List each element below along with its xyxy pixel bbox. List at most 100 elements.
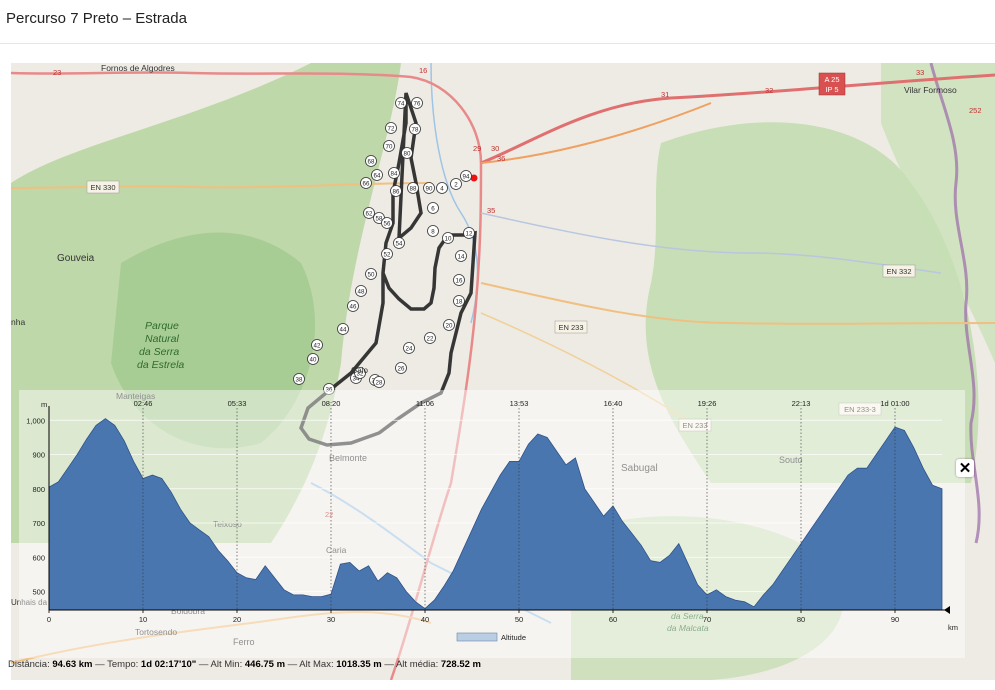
route-marker: 62 bbox=[363, 207, 375, 219]
route-marker: 10 bbox=[442, 232, 454, 244]
route-marker: 20 bbox=[443, 319, 455, 331]
alt-avg-value: 728.52 m bbox=[440, 659, 482, 670]
svg-text:70: 70 bbox=[386, 143, 393, 150]
distance-label: Distância bbox=[8, 659, 48, 670]
road-number-32: 32 bbox=[765, 86, 773, 95]
y-tick-label: 900 bbox=[32, 451, 45, 460]
svg-text:42: 42 bbox=[314, 342, 321, 349]
svg-text:54: 54 bbox=[396, 240, 403, 247]
separator: — bbox=[198, 659, 211, 670]
x-unit-label: km bbox=[948, 623, 958, 632]
place-gouveia: Gouveia bbox=[57, 253, 95, 264]
route-marker: 44 bbox=[337, 323, 349, 335]
svg-text:EN 233: EN 233 bbox=[558, 323, 583, 332]
svg-text:80: 80 bbox=[404, 150, 411, 157]
svg-text:16: 16 bbox=[456, 277, 463, 284]
route-marker: 6 bbox=[427, 202, 439, 214]
road-number-252: 252 bbox=[969, 106, 982, 115]
close-profile-button[interactable]: ✕ bbox=[956, 459, 974, 477]
y-tick-label: 700 bbox=[32, 519, 45, 528]
separator: — bbox=[287, 659, 300, 670]
route-marker: 80 bbox=[401, 147, 413, 159]
route-marker: 84 bbox=[388, 167, 400, 179]
route-marker: 14 bbox=[455, 250, 467, 262]
route-marker: 26 bbox=[395, 362, 407, 374]
y-unit-label: m bbox=[41, 400, 47, 409]
svg-text:52: 52 bbox=[384, 251, 391, 258]
route-marker: 72 bbox=[385, 122, 397, 134]
route-marker: 56 bbox=[381, 217, 393, 229]
svg-text:EN 332: EN 332 bbox=[886, 267, 911, 276]
route-marker: 74 bbox=[395, 97, 407, 109]
time-tick-label: 13:53 bbox=[510, 399, 529, 408]
route-marker: 70 bbox=[383, 140, 395, 152]
svg-text:74: 74 bbox=[398, 100, 405, 107]
svg-text:94: 94 bbox=[463, 173, 470, 180]
x-tick-label: 60 bbox=[609, 615, 617, 624]
place-vilar: Vilar Formoso bbox=[904, 85, 957, 95]
svg-text:44: 44 bbox=[340, 326, 347, 333]
road-shield-en233: EN 233 bbox=[554, 320, 588, 334]
svg-text:40: 40 bbox=[310, 356, 317, 363]
x-tick-label: 0 bbox=[47, 615, 51, 624]
svg-text:90: 90 bbox=[426, 185, 433, 192]
route-marker: 52 bbox=[381, 248, 393, 260]
svg-text:66: 66 bbox=[363, 180, 370, 187]
y-tick-label: 800 bbox=[32, 485, 45, 494]
svg-text:46: 46 bbox=[350, 303, 357, 310]
route-marker: 24 bbox=[403, 342, 415, 354]
route-marker: 54 bbox=[393, 237, 405, 249]
route-marker: 4 bbox=[436, 182, 448, 194]
svg-text:64: 64 bbox=[374, 172, 381, 179]
map-view[interactable]: 74 76 72 78 70 80 68 84 64 66 86 88 90 4 2 94 6 62 58 56 8 10… bbox=[11, 63, 995, 680]
svg-text:IP 5: IP 5 bbox=[825, 85, 838, 94]
place-parque-1: Parque bbox=[145, 320, 179, 332]
place-nha: nha bbox=[11, 317, 25, 327]
svg-text:88: 88 bbox=[410, 185, 417, 192]
svg-text:26: 26 bbox=[398, 365, 405, 372]
time-label: Tempo bbox=[107, 659, 136, 670]
svg-text:50: 50 bbox=[368, 271, 375, 278]
road-number-33: 33 bbox=[916, 68, 924, 77]
svg-text:56: 56 bbox=[384, 220, 391, 227]
place-fornos: Fornos de Algodres bbox=[101, 63, 175, 73]
route-marker: 66 bbox=[360, 177, 372, 189]
time-tick-label: 1d 01:00 bbox=[880, 399, 909, 408]
svg-text:68: 68 bbox=[368, 158, 375, 165]
x-tick-label: 30 bbox=[327, 615, 335, 624]
x-tick-label: 50 bbox=[515, 615, 523, 624]
svg-text:14: 14 bbox=[458, 253, 465, 260]
road-number-23: 23 bbox=[53, 68, 61, 77]
time-tick-label: 22:13 bbox=[792, 399, 811, 408]
svg-text:24: 24 bbox=[406, 345, 413, 352]
separator: — bbox=[95, 659, 108, 670]
route-marker: 76 bbox=[411, 97, 423, 109]
alt-min-value: 446.75 m bbox=[244, 659, 286, 670]
route-marker: 90 bbox=[423, 182, 435, 194]
svg-text:38: 38 bbox=[296, 376, 303, 383]
svg-text:72: 72 bbox=[388, 125, 395, 132]
y-tick-label: 600 bbox=[32, 553, 45, 562]
header-divider bbox=[0, 43, 995, 44]
place-parque-3: da Serra bbox=[139, 346, 179, 358]
route-marker: 28 bbox=[373, 376, 385, 388]
page-title: Percurso 7 Preto – Estrada bbox=[6, 10, 187, 27]
road-number-35: 35 bbox=[487, 206, 495, 215]
svg-text:6: 6 bbox=[431, 205, 435, 212]
svg-text:86: 86 bbox=[393, 188, 400, 195]
alt-max-label: Alt Max bbox=[299, 659, 331, 670]
alt-avg-label: Alt média bbox=[395, 659, 436, 670]
x-tick-label: 70 bbox=[703, 615, 711, 624]
route-marker: 16 bbox=[453, 274, 465, 286]
route-marker: 78 bbox=[409, 123, 421, 135]
svg-text:18: 18 bbox=[456, 298, 463, 305]
map-canvas[interactable]: 74 7672 7870806884646686 88 90 42946625856810… bbox=[11, 63, 995, 680]
route-marker: 50 bbox=[365, 268, 377, 280]
road-number-36: 36 bbox=[497, 154, 505, 163]
route-marker: 18 bbox=[453, 295, 465, 307]
route-marker: 64 bbox=[371, 169, 383, 181]
svg-text:2: 2 bbox=[454, 181, 458, 188]
time-tick-label: 19:26 bbox=[698, 399, 717, 408]
route-marker: 42 bbox=[311, 339, 323, 351]
close-icon: ✕ bbox=[958, 460, 972, 477]
